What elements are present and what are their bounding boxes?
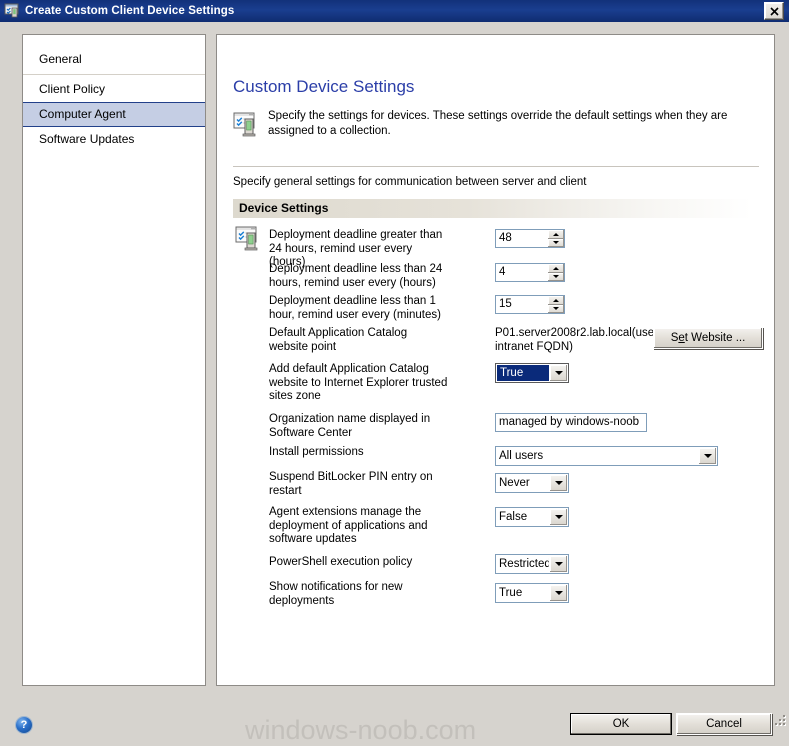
close-icon[interactable] <box>764 2 784 20</box>
stepper-up-icon[interactable] <box>548 296 564 305</box>
cancel-button[interactable]: Cancel <box>676 713 772 735</box>
nav-separator <box>23 74 205 75</box>
ok-button[interactable]: OK <box>570 713 672 735</box>
agent-extensions-dropdown[interactable]: False <box>495 507 569 527</box>
setting-value: Restricted <box>499 558 549 570</box>
set-website-button[interactable]: Set Website ... <box>653 327 763 349</box>
setting-value: P01.server2008r2.lab.local(use intranet … <box>495 327 655 353</box>
resize-grip[interactable] <box>773 713 787 727</box>
stepper-up-icon[interactable] <box>548 264 564 273</box>
setting-value[interactable]: managed by windows-noob <box>495 413 647 432</box>
setting-label: Add default Application Catalog website … <box>269 363 448 402</box>
show-notifications-dropdown[interactable]: True <box>495 583 569 603</box>
settings-content-panel: Custom Device Settings Specify the setti… <box>216 34 775 686</box>
setting-label: Deployment deadline less than 24 hours, … <box>269 263 443 289</box>
setting-value: True <box>499 587 523 599</box>
stepper-buttons[interactable] <box>547 230 564 247</box>
section-title: Device Settings <box>239 201 329 215</box>
chevron-down-icon[interactable] <box>550 365 567 381</box>
stepper-down-icon[interactable] <box>548 272 564 281</box>
window-title: Create Custom Client Device Settings <box>25 5 235 17</box>
chevron-down-icon[interactable] <box>550 509 567 525</box>
setting-label: Default Application Catalog website poin… <box>269 327 408 353</box>
install-permissions-dropdown[interactable]: All users <box>495 446 718 466</box>
sidebar-item-client-policy[interactable]: Client Policy <box>23 77 205 102</box>
chevron-down-icon[interactable] <box>550 475 567 491</box>
stepper-up-icon[interactable] <box>548 230 564 239</box>
set-website-button-label: Set Website ... <box>670 332 746 344</box>
setting-label: PowerShell execution policy <box>269 556 413 568</box>
setting-value: True <box>497 365 549 381</box>
setting-value: All users <box>499 450 544 462</box>
setting-value: 15 <box>499 298 512 310</box>
deadline-lt-1h-stepper[interactable]: 15 <box>495 295 565 314</box>
setting-label: Organization name displayed in Software … <box>269 413 431 439</box>
window-titlebar: Create Custom Client Device Settings <box>0 0 789 22</box>
catalog-website-value: P01.server2008r2.lab.local(use intranet … <box>495 327 660 354</box>
device-settings-row-icon <box>235 225 261 251</box>
setting-label: Agent extensions manage the deployment o… <box>269 506 428 545</box>
setting-label: Suspend BitLocker PIN entry on restart <box>269 471 433 497</box>
setting-value: False <box>499 511 528 523</box>
trusted-sites-dropdown[interactable]: True <box>495 363 569 383</box>
stepper-down-icon[interactable] <box>548 238 564 247</box>
sccm-device-settings-icon <box>4 3 20 19</box>
setting-value: Never <box>499 477 530 489</box>
setting-label: Deployment deadline less than 1 hour, re… <box>269 295 441 321</box>
deadline-gt-24h-stepper[interactable]: 48 <box>495 229 565 248</box>
cancel-button-label: Cancel <box>706 718 742 730</box>
stepper-buttons[interactable] <box>547 264 564 281</box>
intro-block: Specify the settings for devices. These … <box>233 109 757 139</box>
setting-value: 4 <box>499 266 506 278</box>
sidebar-item-computer-agent[interactable]: Computer Agent <box>23 102 205 127</box>
setting-label: Install permissions <box>269 446 364 458</box>
ok-button-label: OK <box>612 718 630 730</box>
section-divider <box>233 166 759 167</box>
bitlocker-pin-dropdown[interactable]: Never <box>495 473 569 493</box>
setting-label: Show notifications for new deployments <box>269 581 403 607</box>
chevron-down-icon[interactable] <box>550 556 567 572</box>
chevron-down-icon[interactable] <box>699 448 716 464</box>
sidebar-item-general[interactable]: General <box>23 47 205 72</box>
sub-intro-text: Specify general settings for communicati… <box>233 176 587 188</box>
device-settings-band: Device Settings <box>233 199 752 218</box>
deadline-lt-24h-stepper[interactable]: 4 <box>495 263 565 282</box>
organization-name-input[interactable]: managed by windows-noob <box>495 413 647 432</box>
sidebar-item-software-updates[interactable]: Software Updates <box>23 127 205 152</box>
watermark: windows-noob.com <box>245 715 477 745</box>
device-settings-icon <box>233 111 259 137</box>
settings-nav-panel: General Client Policy Computer Agent Sof… <box>22 34 206 686</box>
intro-text: Specify the settings for devices. These … <box>268 110 728 137</box>
stepper-down-icon[interactable] <box>548 304 564 313</box>
setting-value: 48 <box>499 232 512 244</box>
dialog-body: General Client Policy Computer Agent Sof… <box>0 22 789 745</box>
powershell-policy-dropdown[interactable]: Restricted <box>495 554 569 574</box>
chevron-down-icon[interactable] <box>550 585 567 601</box>
help-icon[interactable]: ? <box>16 717 32 733</box>
stepper-buttons[interactable] <box>547 296 564 313</box>
page-title: Custom Device Settings <box>233 77 415 96</box>
